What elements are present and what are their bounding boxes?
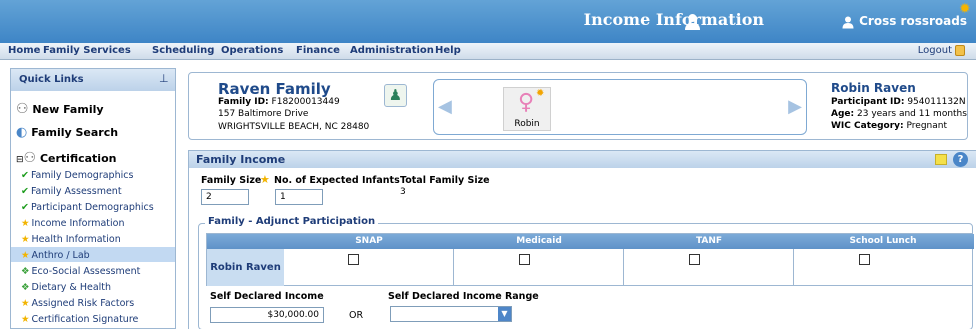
pregnant-woman-icon: ♀ xyxy=(518,90,535,115)
sun-icon: ✹ xyxy=(959,1,971,17)
app-header: Income Information Cross rossroads ✹ xyxy=(0,0,976,43)
family-id: Family ID: F18200013449 xyxy=(218,97,340,107)
person-icon: ⚇ xyxy=(16,101,29,117)
logout-link[interactable]: Logout xyxy=(918,45,952,56)
pin-icon[interactable]: ⊥ xyxy=(159,72,169,85)
family-members-icon[interactable]: ♟ xyxy=(384,84,407,107)
menu-scheduling[interactable]: Scheduling xyxy=(152,45,214,56)
carousel-prev-icon[interactable]: ◀ xyxy=(438,96,452,117)
sun-icon: ✹ xyxy=(536,88,545,99)
sidebar-item-health-information[interactable]: ★ Health Information xyxy=(21,234,121,245)
star-icon: ★ xyxy=(21,250,30,261)
table-cell xyxy=(454,249,624,286)
table-cell xyxy=(624,249,794,286)
quick-links-header: Quick Links ⊥ xyxy=(11,69,175,91)
family-panel: Raven Family Family ID: F18200013449 157… xyxy=(188,72,968,140)
sidebar-item-assigned-risk-factors[interactable]: ★ Assigned Risk Factors xyxy=(21,298,134,309)
certification-icon: ⚇ xyxy=(23,150,37,166)
snap-checkbox[interactable] xyxy=(348,254,359,265)
self-declared-income-label: Self Declared Income xyxy=(210,291,324,302)
chevron-down-icon[interactable]: ▼ xyxy=(498,307,511,321)
carousel-next-icon[interactable]: ▶ xyxy=(788,96,802,117)
sidebar-item-participant-demographics[interactable]: ✔ Participant Demographics xyxy=(21,202,154,213)
col-tanf: TANF xyxy=(695,236,723,246)
family-size-label: Family Size xyxy=(201,175,262,186)
diamond-icon: ❖ xyxy=(21,282,30,293)
star-icon: ★ xyxy=(260,173,270,186)
income-range-select[interactable]: ▼ xyxy=(390,306,512,322)
adjunct-participation-table: SNAP Medicaid TANF School Lunch Robin Ra… xyxy=(206,233,974,286)
family-income-title: Family Income xyxy=(196,153,286,166)
tanf-checkbox[interactable] xyxy=(689,254,700,265)
family-address-line1: 157 Baltimore Drive xyxy=(218,109,309,119)
new-family-link[interactable]: ⚇ New Family xyxy=(16,101,104,117)
family-income-header: Family Income ? xyxy=(189,151,976,168)
menu-family-services[interactable]: Family Services xyxy=(43,45,131,56)
school-lunch-checkbox[interactable] xyxy=(859,254,870,265)
check-icon: ✔ xyxy=(21,202,29,213)
table-header: SNAP Medicaid TANF School Lunch xyxy=(207,234,974,249)
note-icon[interactable] xyxy=(935,154,947,165)
certification-node[interactable]: ⊟⚇ Certification xyxy=(16,150,116,166)
menu-home[interactable]: Home xyxy=(8,45,40,56)
family-size-input[interactable]: 2 xyxy=(201,189,249,205)
self-declared-income-range-label: Self Declared Income Range xyxy=(388,291,539,302)
user-name[interactable]: Cross rossroads xyxy=(859,14,967,28)
page-title: Income Information xyxy=(583,10,764,29)
expected-infants-input[interactable]: 1 xyxy=(275,189,323,205)
participant-card-name: Robin xyxy=(514,119,540,129)
lock-icon[interactable] xyxy=(955,45,965,56)
collapse-icon[interactable]: ⊟ xyxy=(16,155,24,165)
star-icon: ★ xyxy=(21,218,30,229)
sidebar-item-family-demographics[interactable]: ✔ Family Demographics xyxy=(21,170,133,181)
sidebar-item-eco-social-assessment[interactable]: ❖ Eco-Social Assessment xyxy=(21,266,140,277)
quick-links-panel: Quick Links ⊥ ⚇ New Family ◐ Family Sear… xyxy=(10,68,176,329)
col-school-lunch: School Lunch xyxy=(849,236,917,246)
medicaid-checkbox[interactable] xyxy=(519,254,530,265)
or-label: OR xyxy=(349,310,364,321)
family-address-line2: WRIGHTSVILLE BEACH, NC 28480 xyxy=(218,122,370,132)
family-name: Raven Family xyxy=(218,80,331,98)
sidebar-item-certification-signature[interactable]: ★ Certification Signature xyxy=(21,314,138,325)
check-icon: ✔ xyxy=(21,186,29,197)
check-icon: ✔ xyxy=(21,170,29,181)
menu-help[interactable]: Help xyxy=(435,45,461,56)
search-icon: ◐ xyxy=(16,125,28,140)
participant-age: Age: 23 years and 11 months xyxy=(831,109,967,119)
participant-wic-category: WIC Category: Pregnant xyxy=(831,121,947,131)
quick-links-title: Quick Links xyxy=(19,74,84,85)
participant-id: Participant ID: 954011132N xyxy=(831,97,966,107)
diamond-icon: ❖ xyxy=(21,266,30,277)
adjunct-participation-title: Family - Adjunct Participation xyxy=(205,216,379,227)
star-icon: ★ xyxy=(21,298,30,309)
total-family-size-label: Total Family Size xyxy=(400,175,490,186)
sidebar-item-family-assessment[interactable]: ✔ Family Assessment xyxy=(21,186,122,197)
family-search-link[interactable]: ◐ Family Search xyxy=(16,125,118,140)
sidebar-item-income-information[interactable]: ★ Income Information xyxy=(21,218,125,229)
total-family-size-value: 3 xyxy=(400,187,406,197)
self-declared-income-input[interactable]: $30,000.00 xyxy=(210,307,324,323)
row-participant-name: Robin Raven xyxy=(207,249,284,286)
table-cell xyxy=(284,249,454,286)
menu-bar: Home Family Services Scheduling Operatio… xyxy=(0,43,976,60)
expected-infants-label: No. of Expected Infants xyxy=(274,175,400,186)
help-icon[interactable]: ? xyxy=(953,152,968,167)
user-icon xyxy=(842,16,854,29)
col-medicaid: Medicaid xyxy=(516,236,562,246)
sidebar-item-anthro-lab[interactable]: ★ Anthro / Lab xyxy=(21,250,90,261)
menu-finance[interactable]: Finance xyxy=(296,45,340,56)
star-icon: ★ xyxy=(21,314,30,325)
participant-card[interactable]: ♀ ✹ Robin xyxy=(503,87,551,131)
col-snap: SNAP xyxy=(355,236,383,246)
star-icon: ★ xyxy=(21,234,30,245)
family-income-panel: Family Income ? Family Size ★ No. of Exp… xyxy=(188,150,976,329)
sidebar-item-dietary-health[interactable]: ❖ Dietary & Health xyxy=(21,282,111,293)
participant-name: Robin Raven xyxy=(831,81,916,95)
menu-operations[interactable]: Operations xyxy=(221,45,283,56)
participant-carousel: ◀ ♀ ✹ Robin ▶ xyxy=(433,79,807,135)
menu-administration[interactable]: Administration xyxy=(350,45,434,56)
